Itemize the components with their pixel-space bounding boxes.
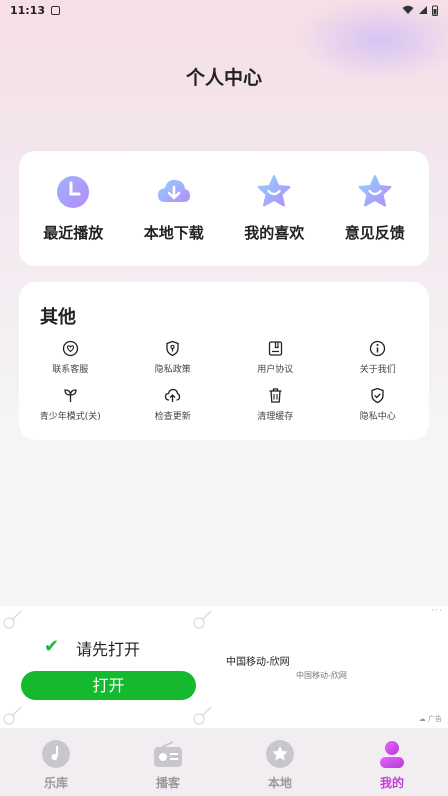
- signal-icon: [419, 6, 427, 14]
- battery-icon: [432, 5, 438, 16]
- tab-mine[interactable]: 我的: [336, 728, 448, 796]
- my-favorites-label: 我的喜欢: [244, 224, 305, 242]
- my-favorites-button[interactable]: 我的喜欢: [224, 174, 324, 243]
- privacy-policy-button[interactable]: 隐私政策: [122, 340, 225, 375]
- recent-play-label: 最近播放: [43, 224, 104, 242]
- quick-actions-card: 最近播放 本地下载 我的喜欢 意见反馈: [19, 151, 429, 266]
- radio-icon: [154, 741, 182, 767]
- ad-prompt: 请先打开: [76, 640, 141, 659]
- person-icon: [380, 741, 404, 768]
- section-title: 其他: [40, 307, 76, 328]
- user-agreement-label: 用户协议: [257, 365, 294, 375]
- shield-lock-icon: [166, 340, 179, 357]
- tab-library[interactable]: 乐库: [0, 728, 112, 796]
- clear-cache-label: 清理缓存: [257, 412, 294, 422]
- teen-mode-button[interactable]: 青少年模式(关): [19, 387, 122, 422]
- privacy-policy-label: 隐私政策: [154, 365, 191, 375]
- notification-icon: [51, 5, 61, 15]
- page-title: 个人中心: [185, 67, 262, 89]
- feedback-button[interactable]: 意见反馈: [325, 174, 425, 243]
- advertiser-title: 中国移动-欣网: [226, 657, 290, 668]
- cloud-upload-icon: [165, 388, 181, 402]
- tab-podcast-label: 播客: [155, 776, 180, 790]
- recent-play-button[interactable]: 最近播放: [23, 174, 123, 243]
- guitar-decoration-icon: [193, 706, 212, 725]
- tab-local-label: 本地: [267, 776, 292, 790]
- privacy-center-button[interactable]: 隐私中心: [327, 387, 430, 422]
- guitar-decoration-icon: [193, 610, 212, 629]
- star-smile-icon: [358, 175, 392, 207]
- guitar-decoration-icon: [3, 706, 22, 725]
- check-icon: ✔: [44, 636, 60, 657]
- document-icon: [268, 341, 282, 356]
- clock-icon: [57, 176, 90, 208]
- about-us-label: 关于我们: [359, 365, 396, 375]
- ad-tag: ☁ 广告: [418, 715, 442, 723]
- local-download-label: 本地下载: [143, 224, 204, 242]
- other-settings-card: 其他 联系客服 隐私政策 用户协议 关于我们 青少年模式(关) 检查更新 清理缓…: [19, 282, 429, 440]
- about-us-button[interactable]: 关于我们: [327, 340, 430, 375]
- cloud-download-icon: [157, 179, 190, 202]
- heart-chat-icon: [62, 340, 78, 357]
- info-icon: [370, 340, 386, 357]
- wifi-icon: [402, 5, 414, 14]
- check-update-button[interactable]: 检查更新: [122, 387, 225, 422]
- ad-banner[interactable]: ··· ✔ 请先打开 打开 中国移动-欣网 中国移动-欣网 ☁ 广告: [0, 606, 448, 728]
- star-circle-icon: [266, 740, 294, 768]
- bottom-tab-bar: 乐库 播客 本地 我的: [0, 728, 448, 796]
- advertiser-subtitle: 中国移动-欣网: [296, 671, 347, 680]
- tab-library-label: 乐库: [43, 776, 68, 790]
- music-disc-icon: [42, 740, 70, 768]
- local-download-button[interactable]: 本地下载: [124, 174, 224, 243]
- user-agreement-button[interactable]: 用户协议: [224, 340, 327, 375]
- guitar-decoration-icon: [3, 610, 22, 629]
- tab-mine-label: 我的: [379, 776, 404, 790]
- trash-icon: [269, 388, 282, 403]
- sprout-icon: [64, 389, 77, 402]
- clear-cache-button[interactable]: 清理缓存: [224, 387, 327, 422]
- ad-more-icon[interactable]: ···: [431, 606, 443, 616]
- tab-podcast[interactable]: 播客: [112, 728, 224, 796]
- check-update-label: 检查更新: [154, 412, 191, 422]
- contact-service-label: 联系客服: [52, 365, 89, 375]
- star-smile-icon: [257, 175, 291, 207]
- open-button[interactable]: 打开: [21, 671, 196, 700]
- status-time: 11:13: [10, 3, 46, 17]
- teen-mode-label: 青少年模式(关): [39, 412, 101, 422]
- feedback-label: 意见反馈: [344, 224, 405, 242]
- ad-tag-label: 广告: [428, 715, 442, 723]
- shield-check-icon: [371, 387, 384, 404]
- privacy-center-label: 隐私中心: [359, 412, 396, 422]
- status-bar: 11:13: [0, 0, 448, 20]
- tab-local[interactable]: 本地: [224, 728, 336, 796]
- contact-service-button[interactable]: 联系客服: [19, 340, 122, 375]
